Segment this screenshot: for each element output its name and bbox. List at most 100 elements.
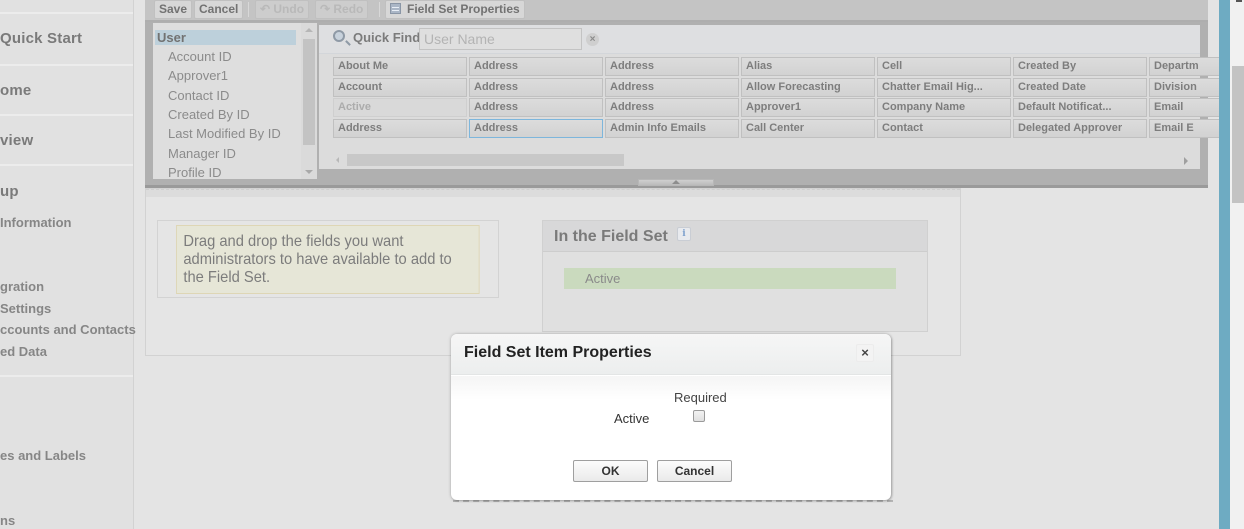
layout-panel: Drag and drop the fields you want admini… — [145, 188, 961, 356]
field-set-properties-button[interactable]: Field Set Properties — [385, 0, 525, 19]
dialog-body — [451, 376, 891, 400]
page-scrollbar-thumb[interactable] — [1232, 66, 1244, 203]
undo-button[interactable]: ↶ Undo — [255, 0, 310, 19]
sidebar-section-build: es and Labels ns — [0, 377, 133, 529]
sidebar-section-title[interactable]: up — [0, 183, 19, 200]
object-list-item[interactable]: Approver1 — [168, 68, 228, 83]
sidebar-link-information[interactable]: Information — [0, 215, 72, 230]
field-chip[interactable]: Call Center — [741, 119, 875, 138]
object-list-scrollbar[interactable] — [301, 23, 317, 179]
object-list-item[interactable]: Manager ID — [168, 146, 236, 161]
object-list-item-selected[interactable]: User — [155, 30, 296, 45]
toolbar-divider — [379, 2, 380, 17]
layout-strip — [146, 189, 960, 197]
sidebar-link-data[interactable]: ed Data — [0, 344, 47, 359]
field-chip[interactable]: Admin Info Emails — [605, 119, 739, 138]
field-chip[interactable]: Default Notificat... — [1013, 98, 1147, 117]
field-chip[interactable]: Contact — [877, 119, 1011, 138]
dialog-title: Field Set Item Properties — [464, 344, 652, 361]
scrollbar-thumb[interactable] — [347, 154, 624, 166]
clear-search-icon[interactable]: × — [586, 33, 599, 46]
field-chip[interactable]: Created By — [1013, 57, 1147, 76]
field-chip[interactable]: Address — [469, 78, 603, 97]
object-list-item[interactable]: Contact ID — [168, 88, 229, 103]
field-chip[interactable]: Active — [333, 98, 467, 117]
sidebar-item-quick-start[interactable]: Quick Start — [0, 14, 133, 66]
scroll-left-icon[interactable] — [336, 157, 339, 163]
redo-icon: ↷ — [320, 2, 334, 16]
ok-button[interactable]: OK — [573, 460, 648, 482]
field-set-title: In the Field Set — [554, 228, 668, 245]
field-chip[interactable]: Address — [469, 98, 603, 117]
field-chip[interactable]: Address — [605, 57, 739, 76]
field-chip[interactable]: Delegated Approver — [1013, 119, 1147, 138]
undo-icon: ↶ — [260, 2, 274, 16]
sidebar-link-settings[interactable]: Settings — [0, 301, 51, 316]
close-icon[interactable]: × — [856, 344, 874, 362]
scroll-up-icon[interactable] — [305, 28, 313, 32]
sidebar-block-top — [0, 0, 133, 14]
field-palette: Save Cancel ↶ Undo ↷ Redo Field Set Prop… — [145, 0, 1244, 188]
properties-label: Field Set Properties — [407, 2, 520, 16]
help-text: Drag and drop the fields you want admini… — [176, 225, 480, 294]
scroll-top-marker — [1236, 0, 1242, 2]
sidebar-link-ns[interactable]: ns — [0, 513, 15, 528]
sidebar-item-label: view — [0, 132, 34, 149]
field-set-header: In the Field Set i — [543, 221, 927, 252]
field-chip[interactable]: Address — [333, 119, 467, 138]
quick-find-label: Quick Find — [353, 30, 421, 45]
collapse-palette-handle[interactable] — [638, 179, 714, 186]
field-chip[interactable]: Address — [605, 78, 739, 97]
redo-button[interactable]: ↷ Redo — [315, 0, 369, 19]
quick-find-bar: Quick Find × — [319, 25, 1200, 54]
editor-toolbar: Save Cancel ↶ Undo ↷ Redo Field Set Prop… — [145, 0, 1208, 22]
field-chip[interactable]: Address — [469, 119, 603, 138]
sidebar-link-accounts-contacts[interactable]: ccounts and Contacts — [0, 322, 136, 337]
redo-label: Redo — [333, 2, 364, 16]
field-chip[interactable]: Company Name — [877, 98, 1011, 117]
sidebar-section-setup: up Information gration Settings ccounts … — [0, 166, 136, 377]
field-chip[interactable]: Address — [469, 57, 603, 76]
sidebar-item-label: ome — [0, 82, 32, 99]
field-chip[interactable]: Account — [333, 78, 467, 97]
accent-bar — [1219, 0, 1230, 529]
cancel-button[interactable]: Cancel — [194, 0, 244, 19]
sidebar-link-names-labels[interactable]: es and Labels — [0, 448, 86, 463]
toolbar-divider — [248, 2, 249, 17]
cancel-button[interactable]: Cancel — [657, 460, 732, 482]
object-list-item[interactable]: Created By ID — [168, 107, 250, 122]
object-list-item[interactable]: Last Modified By ID — [168, 126, 281, 141]
field-chip[interactable]: Chatter Email Hig... — [877, 78, 1011, 97]
field-chip[interactable]: About Me — [333, 57, 467, 76]
scrollbar-thumb[interactable] — [303, 39, 315, 145]
save-button[interactable]: Save — [154, 0, 193, 19]
sidebar-item-label: Quick Start — [0, 30, 83, 47]
sidebar-item-overview[interactable]: view — [0, 116, 133, 166]
field-chip[interactable]: Alias — [741, 57, 875, 76]
field-set-item[interactable]: Active — [564, 268, 896, 289]
field-set-item-properties-dialog: Field Set Item Properties × Required Act… — [451, 334, 891, 500]
scroll-down-icon[interactable] — [305, 170, 313, 174]
object-list-item[interactable]: Account ID — [168, 49, 232, 64]
sidebar-link-integration[interactable]: gration — [0, 279, 44, 294]
setup-sidebar: Quick Start ome view up Information grat… — [0, 0, 136, 529]
field-chip[interactable]: Allow Forecasting — [741, 78, 875, 97]
field-row-label: Active — [614, 411, 650, 426]
sidebar-item-home[interactable]: ome — [0, 66, 133, 116]
search-icon — [333, 30, 345, 42]
field-chip[interactable]: Approver1 — [741, 98, 875, 117]
scroll-right-icon[interactable] — [1184, 157, 1188, 165]
info-icon[interactable]: i — [677, 227, 691, 241]
fields-horizontal-scrollbar[interactable] — [319, 152, 1189, 166]
help-box: Drag and drop the fields you want admini… — [157, 220, 499, 298]
required-checkbox[interactable] — [693, 410, 705, 422]
dialog-header: Field Set Item Properties × — [451, 334, 891, 375]
field-chip[interactable]: Address — [605, 98, 739, 117]
field-chip[interactable]: Created Date — [1013, 78, 1147, 97]
dialog-drop-outline — [453, 500, 893, 502]
object-list-item[interactable]: Profile ID — [168, 165, 221, 179]
quick-find-input[interactable] — [419, 28, 582, 50]
required-column-header: Required — [674, 390, 727, 405]
page-scrollbar[interactable] — [1230, 0, 1244, 529]
field-chip[interactable]: Cell — [877, 57, 1011, 76]
